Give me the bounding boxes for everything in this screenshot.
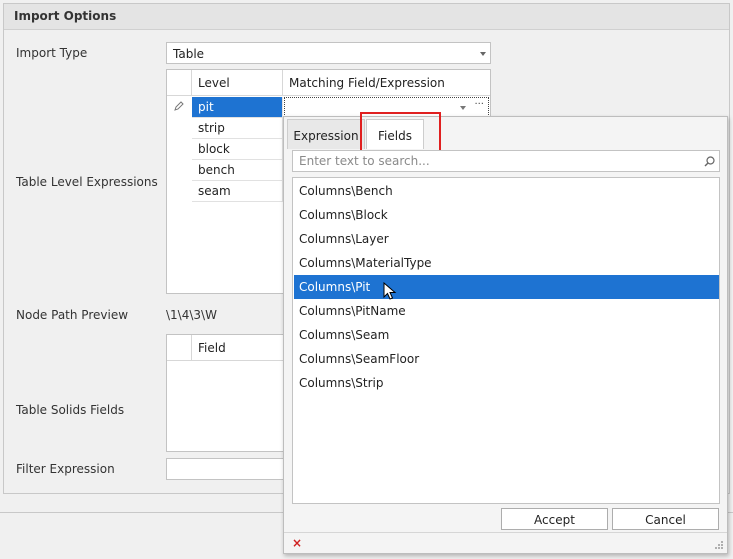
cancel-button[interactable]: Cancel [612,508,719,530]
field-item-seamfloor[interactable]: Columns\SeamFloor [294,347,719,371]
solids-fields-grid: Field [166,334,287,452]
popup-footer-divider [284,532,727,533]
field-search-box[interactable] [292,150,720,172]
node-path-preview-value: \1\4\3\W [166,308,217,322]
field-list: Columns\Bench Columns\Block Columns\Laye… [292,177,720,504]
field-item-bench[interactable]: Columns\Bench [294,179,719,203]
import-type-value: Table [173,47,205,61]
field-item-layer[interactable]: Columns\Layer [294,227,719,251]
pencil-icon [174,101,184,111]
panel-title: Import Options [14,9,117,23]
level-row-strip[interactable]: strip [192,118,283,139]
level-row-pit[interactable]: pit [192,97,283,118]
field-picker-popup: Expression Fields Columns\Bench Columns\… [283,112,728,554]
field-item-pit[interactable]: Columns\Pit [294,275,719,299]
filter-expression-label: Filter Expression [16,462,115,476]
ellipsis-button[interactable]: ··· [474,99,484,110]
level-row-bench[interactable]: bench [192,160,283,181]
row-indicator-header [167,70,192,96]
level-row-seam[interactable]: seam [192,181,283,202]
field-search-input[interactable] [297,153,687,169]
fields-tab-highlight [360,112,441,154]
column-header-level[interactable]: Level [192,70,283,96]
import-type-label: Import Type [16,46,88,60]
import-type-select[interactable]: Table [166,42,491,64]
filter-expression-input[interactable] [166,458,286,480]
dropdown-arrow-icon[interactable] [480,52,486,56]
close-icon[interactable]: × [292,536,302,550]
node-path-preview-label: Node Path Preview [16,308,129,322]
search-icon[interactable] [704,156,715,167]
table-solids-fields-label: Table Solids Fields [16,403,125,417]
tab-expression[interactable]: Expression [287,119,365,149]
resize-grip-icon[interactable] [714,540,724,550]
field-item-strip[interactable]: Columns\Strip [294,371,719,395]
column-header-field[interactable]: Field [192,335,287,361]
accept-button[interactable]: Accept [501,508,608,530]
table-level-expressions-label: Table Level Expressions [16,175,158,189]
row-indicator-header [167,335,192,361]
field-item-pitname[interactable]: Columns\PitName [294,299,719,323]
level-row-block[interactable]: block [192,139,283,160]
mouse-cursor-icon [383,282,397,300]
field-item-block[interactable]: Columns\Block [294,203,719,227]
editor-dropdown-icon[interactable] [460,106,466,110]
field-item-seam[interactable]: Columns\Seam [294,323,719,347]
column-header-matching-field[interactable]: Matching Field/Expression [283,70,490,96]
field-item-materialtype[interactable]: Columns\MaterialType [294,251,719,275]
